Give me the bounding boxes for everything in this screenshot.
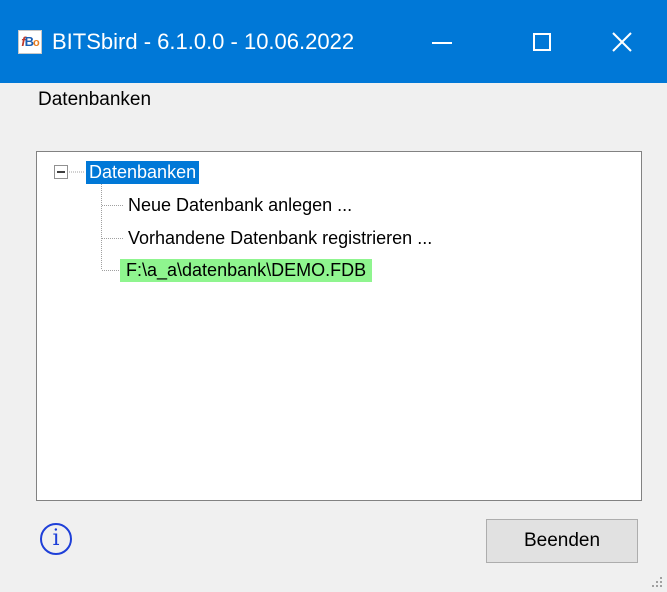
- menu-item-datenbanken[interactable]: Datenbanken: [38, 89, 151, 111]
- collapse-toggle-icon[interactable]: [54, 165, 68, 179]
- resize-grip-icon[interactable]: [651, 576, 663, 588]
- bitsbird-icon: fBo: [18, 30, 42, 54]
- tree-root-datenbanken[interactable]: Datenbanken: [86, 161, 200, 184]
- maximize-icon: [533, 32, 551, 51]
- close-window-button[interactable]: [577, 0, 667, 83]
- minimize-icon: [432, 41, 452, 44]
- close-icon: [612, 31, 632, 52]
- tree-item-demo-database[interactable]: F:\a_a\datenbank\DEMO.FDB: [120, 259, 373, 282]
- tree-item-new-database[interactable]: Neue Datenbank anlegen ...: [125, 194, 355, 217]
- tree-item-register-database[interactable]: Vorhandene Datenbank registrieren ...: [125, 227, 435, 250]
- window-title: BITSbird - 6.1.0.0 - 10.06.2022: [52, 29, 355, 54]
- database-tree[interactable]: Datenbanken Neue Datenbank anlegen ... V…: [36, 151, 642, 501]
- title-bar[interactable]: fBo BITSbird - 6.1.0.0 - 10.06.2022: [0, 0, 667, 83]
- info-icon[interactable]: i: [40, 523, 72, 555]
- beenden-button[interactable]: Beenden: [486, 519, 638, 563]
- minimize-button[interactable]: [397, 0, 487, 83]
- maximize-button[interactable]: [497, 0, 587, 83]
- menu-bar: Datenbanken: [0, 83, 667, 121]
